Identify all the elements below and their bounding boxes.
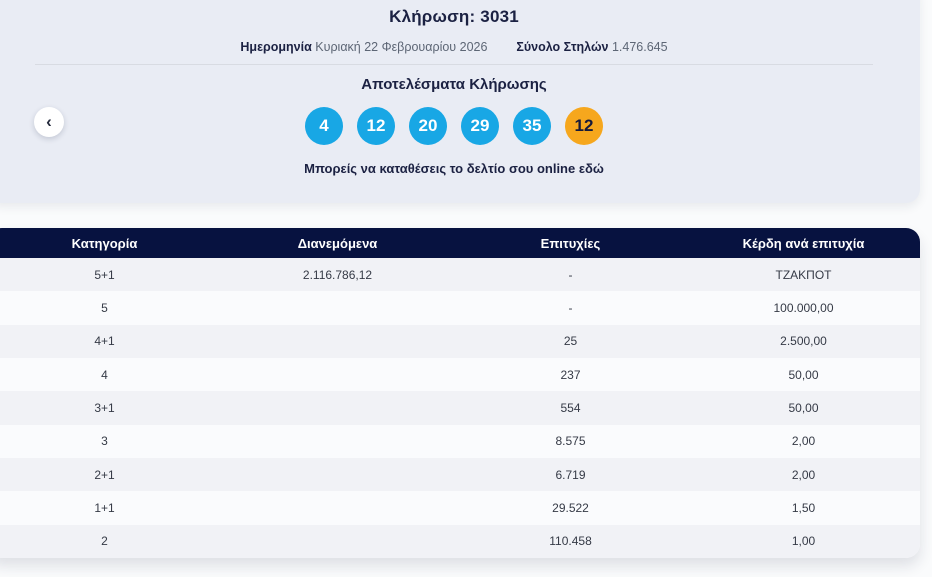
cell-prize: 2,00: [687, 468, 920, 482]
columns-total-label: Σύνολο Στηλών: [516, 40, 608, 54]
drawn-number-ball: 4: [305, 107, 343, 145]
cell-prize: ΤΖΑΚΠΟΤ: [687, 268, 920, 282]
drawn-numbers-row: 4 12 20 29 35 12: [0, 107, 920, 145]
drawn-number-ball: 35: [513, 107, 551, 145]
table-row: 3 8.575 2,00: [0, 425, 920, 458]
joker-number-ball: 12: [565, 107, 603, 145]
cell-category: 5+1: [0, 268, 221, 282]
cell-category: 3+1: [0, 401, 221, 415]
cell-distributed: 2.116.786,12: [221, 268, 454, 282]
cell-winners: -: [454, 268, 687, 282]
cell-winners: 6.719: [454, 468, 687, 482]
cell-winners: 29.522: [454, 501, 687, 515]
draw-results-card: Κλήρωση: 3031 Ημερομηνία Κυριακή 22 Φεβρ…: [0, 0, 920, 203]
column-header-prize: Κέρδη ανά επιτυχία: [687, 236, 920, 251]
table-header-row: Κατηγορία Διανεμόμενα Επιτυχίες Κέρδη αν…: [0, 228, 920, 258]
winnings-table: Κατηγορία Διανεμόμενα Επιτυχίες Κέρδη αν…: [0, 228, 920, 558]
table-row: 5+1 2.116.786,12 - ΤΖΑΚΠΟΤ: [0, 258, 920, 291]
cell-category: 5: [0, 301, 221, 315]
cell-prize: 1,50: [687, 501, 920, 515]
column-header-winners: Επιτυχίες: [454, 236, 687, 251]
table-row: 5 - 100.000,00: [0, 291, 920, 324]
table-row: 4+1 25 2.500,00: [0, 325, 920, 358]
cell-prize: 1,00: [687, 534, 920, 548]
column-header-distributed: Διανεμόμενα: [221, 236, 454, 251]
table-row: 2+1 6.719 2,00: [0, 458, 920, 491]
columns-total-value: 1.476.645: [612, 40, 668, 54]
drawn-number-ball: 12: [357, 107, 395, 145]
draw-meta-row: Ημερομηνία Κυριακή 22 Φεβρουαρίου 2026 Σ…: [0, 40, 920, 54]
cell-category: 4: [0, 368, 221, 382]
table-row: 4 237 50,00: [0, 358, 920, 391]
cell-winners: 110.458: [454, 534, 687, 548]
cell-prize: 2.500,00: [687, 334, 920, 348]
column-header-category: Κατηγορία: [0, 236, 221, 251]
prev-draw-button[interactable]: ‹: [34, 107, 64, 137]
cell-prize: 50,00: [687, 368, 920, 382]
drawn-number-ball: 29: [461, 107, 499, 145]
table-row: 3+1 554 50,00: [0, 391, 920, 424]
cell-category: 2: [0, 534, 221, 548]
cell-winners: 237: [454, 368, 687, 382]
cell-category: 3: [0, 434, 221, 448]
header-divider: [35, 64, 873, 65]
table-row: 1+1 29.522 1,50: [0, 491, 920, 524]
cell-winners: 25: [454, 334, 687, 348]
results-heading: Αποτελέσματα Κλήρωσης: [0, 76, 920, 93]
cell-winners: -: [454, 301, 687, 315]
cell-winners: 8.575: [454, 434, 687, 448]
cell-prize: 2,00: [687, 434, 920, 448]
date-label: Ημερομηνία: [240, 40, 311, 54]
cell-prize: 100.000,00: [687, 301, 920, 315]
cell-category: 1+1: [0, 501, 221, 515]
cell-category: 4+1: [0, 334, 221, 348]
draw-title: Κλήρωση: 3031: [0, 7, 920, 27]
cell-winners: 554: [454, 401, 687, 415]
drawn-number-ball: 20: [409, 107, 447, 145]
cell-category: 2+1: [0, 468, 221, 482]
table-row: 2 110.458 1,00: [0, 525, 920, 558]
date-value: Κυριακή 22 Φεβρουαρίου 2026: [315, 40, 487, 54]
chevron-left-icon: ‹: [46, 113, 52, 130]
cell-prize: 50,00: [687, 401, 920, 415]
play-online-link[interactable]: Μπορείς να καταθέσεις το δελτίο σου onli…: [0, 161, 920, 176]
